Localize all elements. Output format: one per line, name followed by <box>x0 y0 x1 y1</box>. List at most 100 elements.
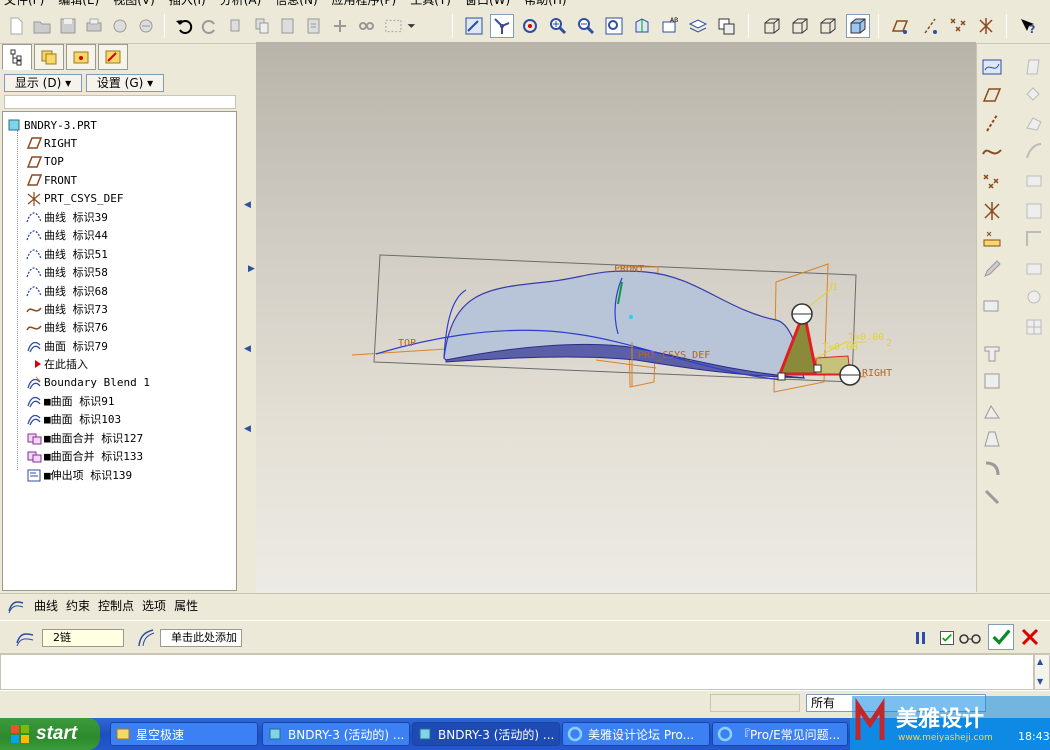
folder-browser-tab[interactable] <box>34 44 64 70</box>
settings-dropdown[interactable]: 设置 (G) ▾ <box>86 74 164 92</box>
menu-item[interactable]: 信息(N) <box>275 0 317 8</box>
glasses-icon[interactable] <box>958 630 982 646</box>
datum-plane-display-icon[interactable] <box>888 14 912 38</box>
find-icon[interactable] <box>354 14 378 38</box>
refit-icon[interactable] <box>602 14 626 38</box>
tree-item[interactable]: 曲线 标识39 <box>25 208 108 226</box>
cut-icon[interactable] <box>224 14 248 38</box>
control-point-handle[interactable] <box>813 364 822 373</box>
intersect-icon[interactable] <box>1021 168 1047 194</box>
message-scrollbar[interactable]: ▲ ▼ <box>1034 654 1050 690</box>
tree-item[interactable]: 在此插入 <box>25 355 88 373</box>
paste-special-icon[interactable] <box>302 14 326 38</box>
mirror-icon[interactable] <box>1021 82 1047 108</box>
undo-icon[interactable] <box>172 14 196 38</box>
context-help-icon[interactable]: ? <box>1016 14 1040 38</box>
menu-item[interactable]: 视图(V) <box>113 0 155 8</box>
paste-icon[interactable] <box>276 14 300 38</box>
taskbar-button[interactable]: 美雅设计论坛 Pro... <box>562 722 710 746</box>
shading-icon[interactable] <box>846 14 870 38</box>
scroll-up-icon[interactable]: ▲ <box>1037 657 1043 666</box>
menu-item[interactable]: 应用程序(P) <box>332 0 397 8</box>
tab-properties[interactable]: 属性 <box>174 597 198 614</box>
preview-checkbox[interactable] <box>940 631 954 645</box>
copy-icon[interactable] <box>250 14 274 38</box>
plane-tool-icon[interactable] <box>979 82 1005 108</box>
redo-icon[interactable] <box>198 14 222 38</box>
second-direction-field[interactable]: 单击此处添加 <box>160 629 242 647</box>
menu-item[interactable]: 文件(F) <box>4 0 44 8</box>
datum-point-display-icon[interactable] <box>946 14 970 38</box>
saved-views-icon[interactable]: AB <box>658 14 682 38</box>
no-hidden-icon[interactable] <box>816 14 840 38</box>
tree-filter-field[interactable] <box>4 95 236 109</box>
tab-constraints[interactable]: 约束 <box>66 597 90 614</box>
connections-tab[interactable] <box>98 44 128 70</box>
revolve-tool-icon[interactable] <box>979 368 1005 394</box>
copy-feature-icon[interactable] <box>1021 54 1047 80</box>
tree-item[interactable]: ■曲面合并 标识127 <box>25 429 143 447</box>
boundary-blend-surface[interactable] <box>443 270 806 379</box>
email-link-icon[interactable] <box>134 14 158 38</box>
tab-options[interactable]: 选项 <box>142 597 166 614</box>
extrude-tool-icon[interactable] <box>979 340 1005 366</box>
extend-icon[interactable] <box>1021 226 1047 252</box>
save-icon[interactable] <box>56 14 80 38</box>
pattern-icon[interactable] <box>1021 314 1047 340</box>
first-direction-chain-field[interactable]: 2链 <box>42 629 124 647</box>
repaint-icon[interactable] <box>462 14 486 38</box>
wireframe-icon[interactable] <box>760 14 784 38</box>
tree-item[interactable]: RIGHT <box>25 134 77 152</box>
tree-item[interactable]: ■曲面 标识91 <box>25 392 115 410</box>
offset-icon[interactable] <box>1021 198 1047 224</box>
tree-item[interactable]: 曲线 标识58 <box>25 263 108 281</box>
select-box-dropdown[interactable] <box>382 14 418 38</box>
second-direction-icon[interactable] <box>134 627 156 649</box>
tab-control-points[interactable]: 控制点 <box>98 597 134 614</box>
tangent-value-label[interactable]: T=0.00 <box>822 342 858 353</box>
tree-item[interactable]: 曲线 标识51 <box>25 245 108 263</box>
tree-item[interactable]: PRT_CSYS_DEF <box>25 190 123 208</box>
hidden-line-icon[interactable] <box>788 14 812 38</box>
tree-item[interactable]: ■曲面合并 标识133 <box>25 447 143 465</box>
tree-item[interactable]: BNDRY-3.PRT <box>5 116 97 134</box>
curve-tool-icon[interactable] <box>979 138 1005 164</box>
open-folder-icon[interactable] <box>30 14 54 38</box>
datum-axis-display-icon[interactable] <box>918 14 942 38</box>
round-tool-icon[interactable] <box>979 456 1005 482</box>
accept-checkmark-icon[interactable] <box>988 624 1014 650</box>
print-icon[interactable] <box>82 14 106 38</box>
email-icon[interactable] <box>108 14 132 38</box>
collapse-arrow-icon[interactable]: ◀ <box>244 344 251 354</box>
tree-item[interactable]: 曲线 标识73 <box>25 300 108 318</box>
collapse-arrow-icon[interactable]: ◀ <box>244 200 251 210</box>
menu-item[interactable]: 窗口(W) <box>465 0 510 8</box>
csys-display-icon[interactable] <box>974 14 998 38</box>
pencil-tool-icon[interactable] <box>979 256 1005 282</box>
csys-tool-icon[interactable] <box>979 198 1005 224</box>
tree-item[interactable]: 曲线 标识44 <box>25 226 108 244</box>
thicken-icon[interactable] <box>1021 256 1047 282</box>
show-dropdown[interactable]: 显示 (D) ▾ <box>4 74 82 92</box>
panel-splitter[interactable]: ◀ ▶ ◀ ◀ <box>240 44 256 592</box>
taskbar-button[interactable]: BNDRY-3 (活动的) ... <box>262 722 410 746</box>
annotation-tool-icon[interactable] <box>979 294 1005 320</box>
tree-item[interactable]: ■曲面 标识103 <box>25 410 121 428</box>
spin-center-icon[interactable] <box>490 14 514 38</box>
chamfer-tool-icon[interactable] <box>979 484 1005 510</box>
zoom-in-icon[interactable] <box>546 14 570 38</box>
menu-item[interactable]: 分析(A) <box>220 0 262 8</box>
first-direction-icon[interactable] <box>14 627 36 649</box>
point-tool-icon[interactable] <box>979 168 1005 194</box>
favorites-tab[interactable] <box>66 44 96 70</box>
taskbar-button[interactable]: 『Pro/E常见问题... <box>712 722 848 746</box>
blend-tool-icon[interactable] <box>979 426 1005 452</box>
control-point-handle[interactable] <box>777 372 786 381</box>
menu-item[interactable]: 插入(I) <box>169 0 206 8</box>
expand-arrow-icon[interactable]: ▶ <box>248 264 255 274</box>
model-tree-tab[interactable] <box>2 44 32 70</box>
new-file-icon[interactable] <box>4 14 28 38</box>
pause-icon[interactable] <box>914 631 928 645</box>
regenerate-icon[interactable] <box>328 14 352 38</box>
menu-item[interactable]: 工具(T) <box>410 0 451 8</box>
